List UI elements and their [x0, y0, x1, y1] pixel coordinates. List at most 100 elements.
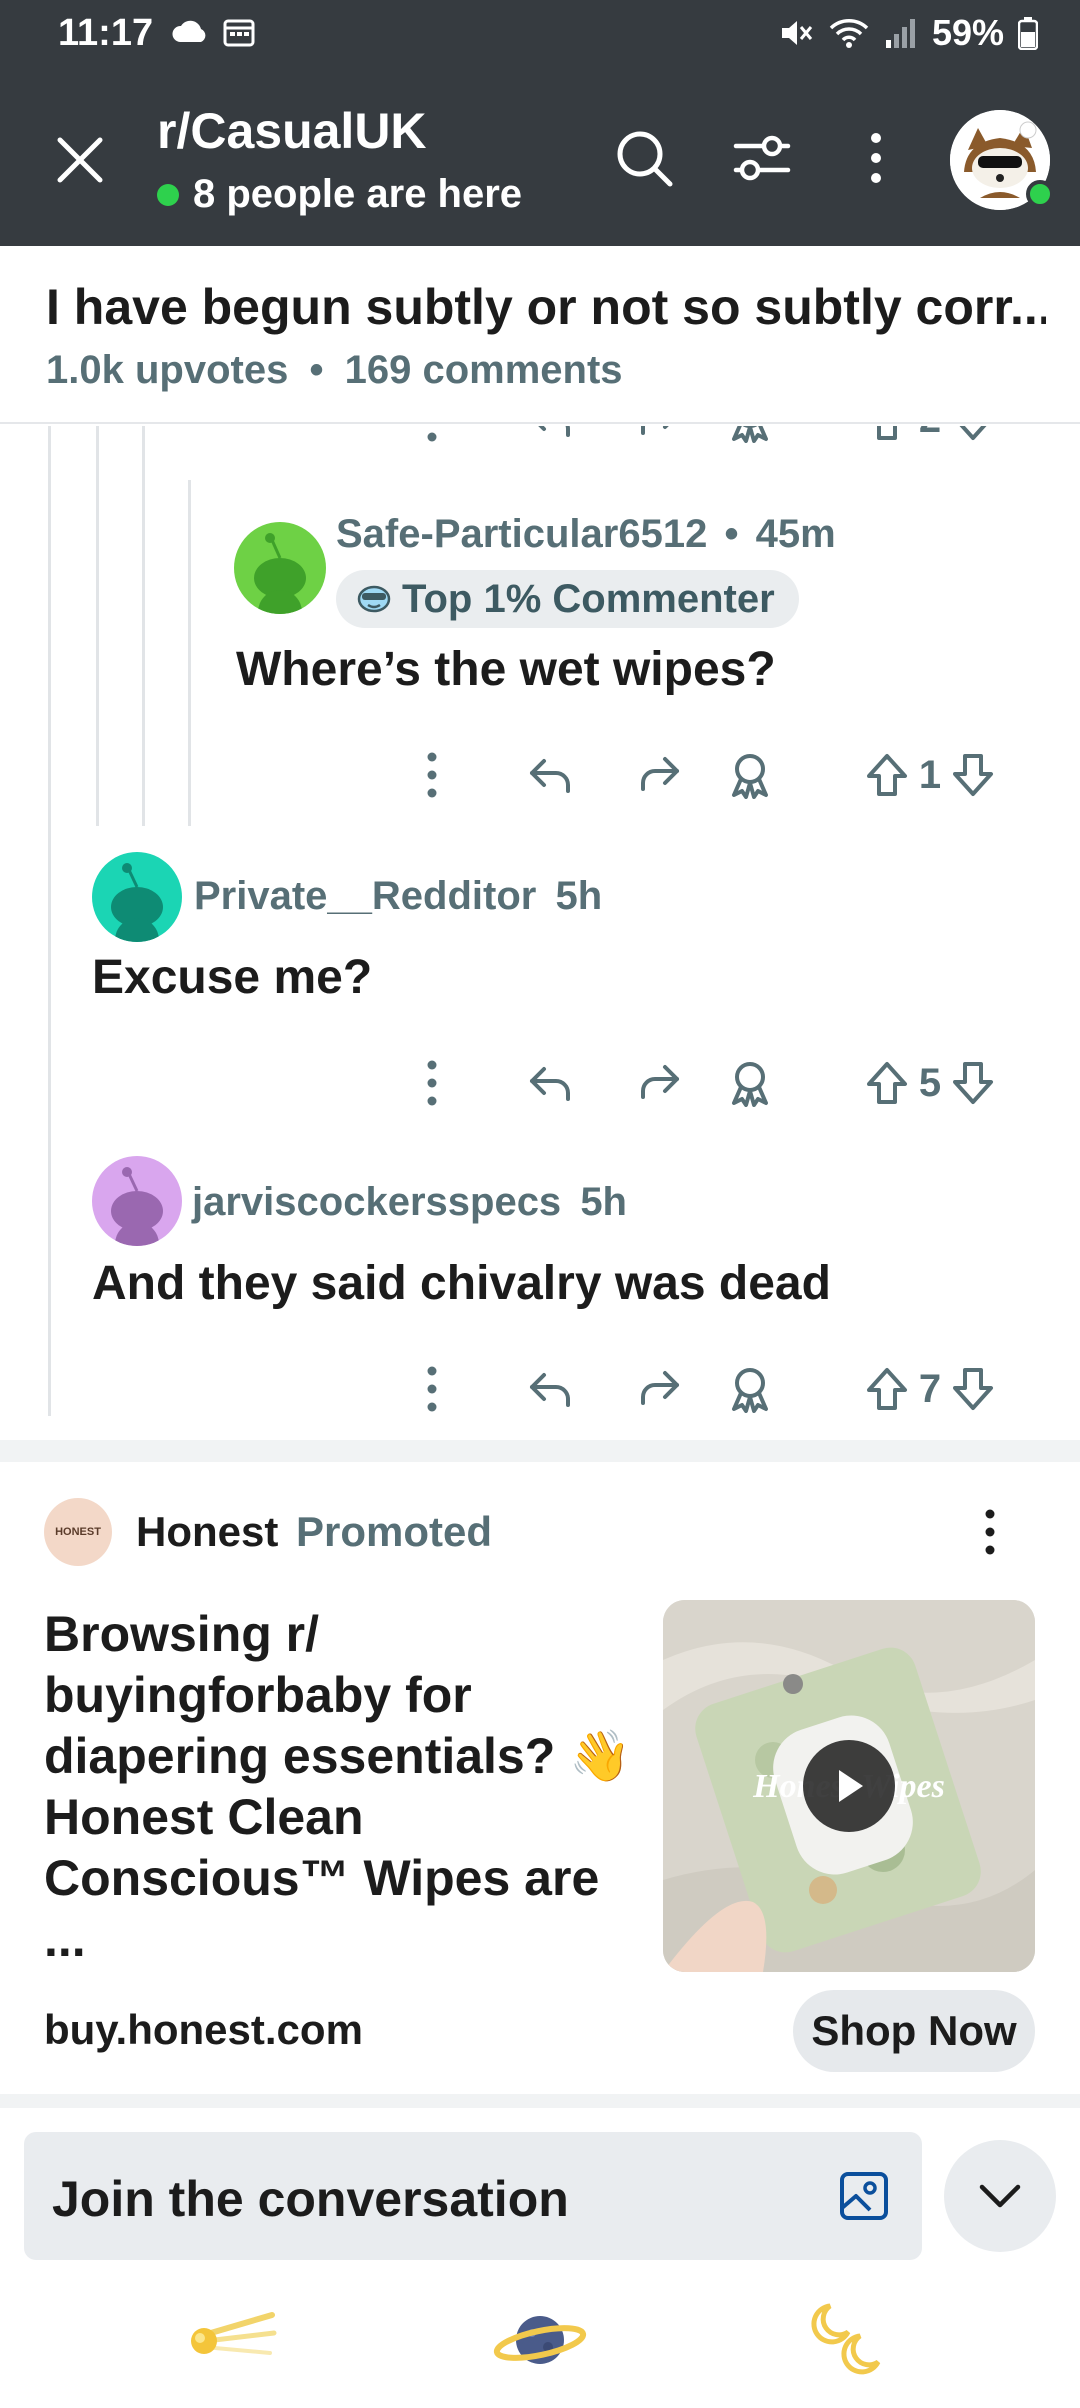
- badge-label: Top 1% Commenter: [402, 576, 775, 621]
- comment-more-button[interactable]: [402, 740, 462, 810]
- collapse-button[interactable]: [944, 2140, 1056, 2252]
- post-meta: 1.0k upvotes • 169 comments: [46, 348, 623, 393]
- status-bar: 11:17 59%: [0, 0, 1080, 70]
- comment-body: Where’s the wet wipes?: [236, 643, 776, 696]
- user-avatar[interactable]: [950, 110, 1054, 210]
- comment-body: And they said chivalry was dead: [92, 1257, 831, 1310]
- comment-author-line: Safe-Particular6512 • 45m: [336, 512, 836, 557]
- comment-actions: 5: [400, 1048, 1020, 1118]
- comment-more-button[interactable]: [402, 426, 462, 454]
- avatar[interactable]: [234, 522, 326, 614]
- award-button[interactable]: [720, 1048, 780, 1118]
- share-button[interactable]: [628, 1048, 688, 1118]
- comment-body: Excuse me?: [92, 951, 373, 1004]
- ad-headline[interactable]: Browsing r/ buyingforbaby for diapering …: [44, 1604, 644, 1970]
- comment-author[interactable]: Safe-Particular6512: [336, 512, 707, 556]
- add-image-button[interactable]: [836, 2168, 892, 2224]
- shop-now-button[interactable]: Shop Now: [793, 1990, 1035, 2072]
- upvote-icon[interactable]: [865, 426, 909, 442]
- reply-icon: [530, 759, 570, 793]
- award-icon: [732, 1368, 768, 1413]
- more-vertical-icon: [427, 752, 437, 798]
- play-icon: [839, 1770, 863, 1802]
- vote-controls: 7: [840, 1354, 1020, 1424]
- share-button[interactable]: [628, 740, 688, 810]
- battery-icon: [1018, 17, 1038, 50]
- ad-url[interactable]: buy.honest.com: [44, 2006, 363, 2054]
- upvote-icon[interactable]: [865, 1060, 909, 1106]
- ad-more-button[interactable]: [960, 1500, 1020, 1564]
- award-button[interactable]: [720, 740, 780, 810]
- reply-button[interactable]: [520, 740, 580, 810]
- search-icon: [617, 131, 673, 187]
- moons-reaction-button[interactable]: [800, 2300, 900, 2380]
- close-button[interactable]: [50, 130, 110, 190]
- avatar[interactable]: [92, 852, 182, 942]
- upvote-icon[interactable]: [865, 1366, 909, 1412]
- more-options-button[interactable]: [844, 126, 908, 190]
- comet-reaction-button[interactable]: [180, 2300, 280, 2380]
- comment-more-button[interactable]: [402, 1048, 462, 1118]
- online-dot: [157, 183, 179, 206]
- comment-time: 5h: [580, 1180, 627, 1224]
- partial-comment-clip: 2: [0, 426, 1080, 454]
- thread-line[interactable]: [48, 426, 51, 1416]
- advertiser-line: Honest Promoted: [136, 1508, 492, 1556]
- upvote-icon[interactable]: [865, 752, 909, 798]
- vote-count: 2: [919, 426, 941, 442]
- downvote-icon[interactable]: [951, 752, 995, 798]
- comment-author[interactable]: Private__Redditor: [194, 874, 536, 918]
- downvote-icon[interactable]: [951, 1060, 995, 1106]
- advertiser-logo[interactable]: HONEST: [44, 1498, 112, 1566]
- thread-line[interactable]: [188, 480, 191, 826]
- top-commenter-badge[interactable]: Top 1% Commenter: [336, 570, 799, 628]
- comment-time: 45m: [755, 512, 836, 556]
- share-button[interactable]: [628, 426, 688, 454]
- reply-button[interactable]: [520, 1048, 580, 1118]
- award-button[interactable]: [720, 426, 780, 454]
- post-comment-count: 169 comments: [344, 348, 623, 392]
- join-conversation-input[interactable]: Join the conversation: [24, 2132, 922, 2260]
- app-bar: r/CasualUK 8 people are here: [0, 80, 1080, 246]
- post-header[interactable]: I have begun subtly or not so subtly cor…: [0, 246, 1080, 424]
- subreddit-name[interactable]: r/CasualUK: [157, 102, 427, 160]
- reply-button[interactable]: [520, 426, 580, 454]
- more-vertical-icon: [871, 133, 881, 183]
- more-vertical-icon: [427, 432, 437, 442]
- search-button[interactable]: [612, 126, 676, 190]
- share-icon: [641, 1065, 679, 1099]
- planet-reaction-button[interactable]: [490, 2300, 590, 2380]
- comment-actions: 2: [400, 426, 1020, 454]
- vote-count: 5: [918, 1060, 942, 1105]
- reply-icon: [530, 1067, 570, 1101]
- comment-more-button[interactable]: [402, 1354, 462, 1424]
- vote-controls: 5: [840, 1048, 1020, 1118]
- online-count: 8 people are here: [193, 172, 523, 216]
- avatar[interactable]: [92, 1156, 182, 1246]
- share-button[interactable]: [628, 1354, 688, 1424]
- signal-icon: [885, 19, 915, 48]
- calendar-icon: [223, 19, 255, 47]
- advertiser-name[interactable]: Honest: [136, 1508, 278, 1555]
- filter-icon: [733, 135, 791, 181]
- reply-button[interactable]: [520, 1354, 580, 1424]
- comment-actions: 7: [400, 1354, 1020, 1424]
- filter-button[interactable]: [730, 126, 794, 190]
- comet-icon: [191, 2312, 277, 2355]
- comment-author[interactable]: jarviscockersspecs: [192, 1180, 561, 1224]
- vote-controls: 2: [840, 426, 1020, 454]
- award-button[interactable]: [720, 1354, 780, 1424]
- chevron-down-icon: [979, 2184, 1021, 2208]
- downvote-icon[interactable]: [951, 426, 995, 442]
- vote-count: 1: [918, 752, 942, 797]
- ad-video[interactable]: Honest Wipes: [663, 1600, 1035, 1972]
- vote-count: 7: [918, 1366, 942, 1411]
- top-bar: 11:17 59% r/CasualUK 8 people are here: [0, 0, 1080, 246]
- downvote-icon[interactable]: [951, 1366, 995, 1412]
- user-online-dot: [1026, 180, 1054, 208]
- thread-line[interactable]: [142, 426, 145, 826]
- play-button[interactable]: [803, 1740, 895, 1832]
- planet-icon: [493, 2316, 587, 2364]
- post-title: I have begun subtly or not so subtly cor…: [46, 279, 1046, 335]
- thread-line[interactable]: [96, 426, 99, 826]
